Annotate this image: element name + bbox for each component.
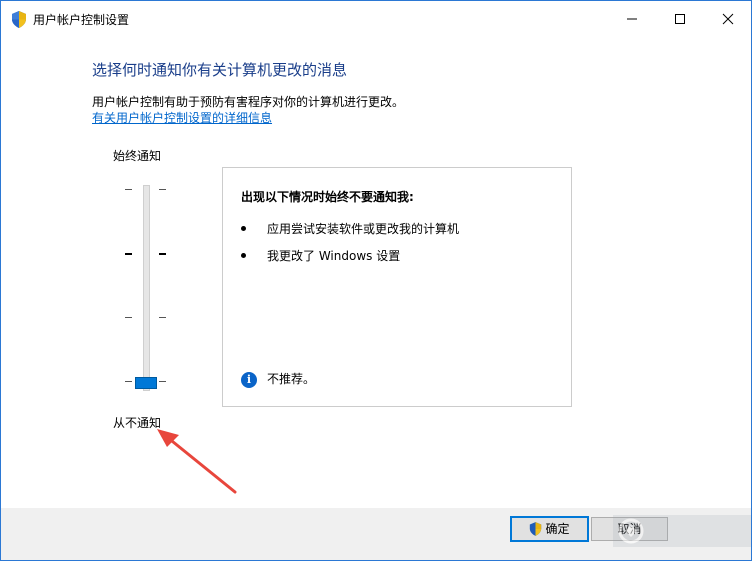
- slider-tick: [125, 189, 132, 190]
- cancel-button[interactable]: 取消: [591, 517, 668, 541]
- ok-button[interactable]: 确定: [510, 516, 589, 542]
- list-item: 我更改了 Windows 设置: [241, 247, 400, 264]
- uac-shield-icon: [530, 521, 542, 536]
- slider-tick: [159, 189, 166, 190]
- slider-tick: [125, 381, 132, 382]
- ok-label: 确定: [545, 522, 570, 536]
- bullet-text: 应用尝试安装软件或更改我的计算机: [267, 222, 460, 236]
- uac-settings-window: 用户帐户控制设置 选择何时通知你有关计算机更改的消息 用户帐户控制有助于预防有害…: [0, 0, 752, 561]
- bullet-icon: [241, 226, 246, 231]
- slider-tick: [125, 317, 132, 318]
- more-info-link[interactable]: 有关用户帐户控制设置的详细信息: [92, 109, 272, 126]
- slider-track[interactable]: [143, 185, 150, 391]
- annotation-arrow-icon: [157, 429, 237, 494]
- minimize-icon: [627, 18, 637, 20]
- uac-shield-icon: [12, 11, 26, 28]
- page-heading: 选择何时通知你有关计算机更改的消息: [92, 61, 348, 79]
- cancel-label: 取消: [617, 522, 642, 536]
- slider-tick: [159, 381, 166, 382]
- note-text: 不推荐。: [267, 372, 316, 386]
- slider-thumb[interactable]: [135, 377, 157, 389]
- maximize-button[interactable]: [657, 1, 703, 37]
- slider-tick: [125, 253, 132, 255]
- minimize-button[interactable]: [609, 1, 655, 37]
- bullet-text: 我更改了 Windows 设置: [267, 249, 401, 263]
- close-button[interactable]: [705, 1, 751, 37]
- title-bar[interactable]: 用户帐户控制设置: [1, 1, 751, 37]
- content-area: 选择何时通知你有关计算机更改的消息 用户帐户控制有助于预防有害程序对你的计算机进…: [1, 37, 751, 508]
- notification-level-slider[interactable]: [119, 183, 179, 413]
- bullet-icon: [241, 253, 246, 258]
- info-icon: i: [241, 371, 257, 388]
- setting-description-panel: 出现以下情况时始终不要通知我: 应用尝试安装软件或更改我的计算机 我更改了 Wi…: [222, 167, 572, 407]
- recommendation-note: i 不推荐。: [241, 370, 315, 388]
- maximize-icon: [675, 14, 685, 24]
- window-title: 用户帐户控制设置: [33, 13, 130, 27]
- slider-tick: [159, 317, 166, 318]
- description-text: 用户帐户控制有助于预防有害程序对你的计算机进行更改。: [92, 95, 405, 109]
- close-icon: [722, 13, 734, 25]
- slider-top-label: 始终通知: [113, 149, 162, 163]
- dialog-footer: 确定 取消: [1, 508, 751, 560]
- panel-title: 出现以下情况时始终不要通知我:: [241, 190, 414, 204]
- slider-tick: [159, 253, 166, 255]
- list-item: 应用尝试安装软件或更改我的计算机: [241, 220, 459, 237]
